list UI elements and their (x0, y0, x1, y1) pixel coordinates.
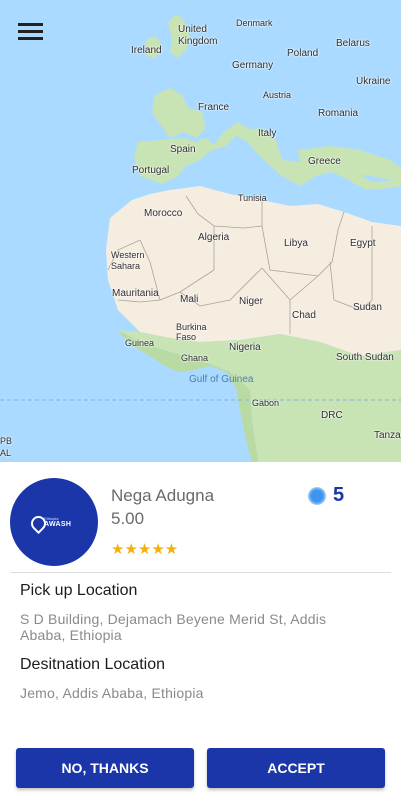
map-label-libya: Libya (284, 238, 308, 249)
map-label-algeria: Algeria (198, 232, 230, 243)
map-label-romania: Romania (318, 108, 359, 119)
map-label-italy: Italy (258, 128, 277, 139)
map-label-germany: Germany (232, 60, 274, 71)
driver-name: Nega Adugna (111, 486, 215, 505)
map-label-spain: Spain (170, 144, 196, 155)
map-label-greece: Greece (308, 156, 341, 167)
map-label-gabon: Gabon (252, 398, 280, 408)
map-label-guinea: Guinea (125, 338, 155, 348)
map-label-burkina-faso: Burkina Faso (176, 322, 207, 342)
map-label-poland: Poland (287, 48, 319, 59)
map-label-france: France (198, 102, 230, 113)
ride-request-card: Ethiopia AWASH Nega Adugna 5.00 ★★★★★ 5 … (0, 462, 401, 800)
seat-dot-icon (308, 487, 326, 505)
rating-stars-icon: ★★★★★ (111, 541, 179, 558)
map-label-denmark: Denmark (236, 18, 273, 28)
map-label-south-sudan: South Sudan (336, 352, 394, 363)
map-label-nigeria: Nigeria (229, 342, 261, 353)
map-label-drc: DRC (321, 410, 343, 421)
map-label-united-kingdom: United Kingdom (178, 24, 218, 47)
map-label-mali: Mali (180, 294, 199, 305)
map-label-gulf-of-guinea: Gulf of Guinea (189, 374, 254, 385)
pickup-address: S D Building, Dejamach Beyene Merid St, … (20, 611, 327, 643)
driver-rating: 5.00 (111, 509, 145, 528)
map-label-chad: Chad (292, 310, 316, 321)
map-view[interactable]: United Kingdom Denmark Belarus Ireland P… (0, 0, 401, 462)
map-label-egypt: Egypt (350, 238, 376, 249)
map-label-ghana: Ghana (181, 353, 209, 363)
map-label-al: AL (0, 448, 12, 458)
map-label-morocco: Morocco (144, 208, 183, 219)
map-label-pb: PB (0, 436, 13, 446)
map-graphic (0, 0, 401, 462)
map-label-mauritania: Mauritania (112, 288, 159, 299)
divider (10, 572, 391, 573)
map-label-tanzania: Tanza (374, 430, 401, 441)
map-label-western-sahara: Western Sahara (111, 250, 145, 271)
map-label-austria: Austria (263, 90, 292, 100)
map-label-niger: Niger (239, 296, 263, 307)
destination-title: Desitnation Location (20, 656, 165, 673)
avatar-brand-logo: AWASH (44, 521, 72, 528)
map-label-sudan: Sudan (353, 302, 382, 313)
destination-address: Jemo, Addis Ababa, Ethiopia (20, 685, 204, 701)
pickup-title: Pick up Location (20, 582, 138, 599)
map-label-portugal: Portugal (132, 165, 170, 176)
no-thanks-button[interactable]: NO, THANKS (16, 748, 194, 788)
seat-count: 5 (333, 484, 345, 506)
map-label-ukraine: Ukraine (356, 76, 391, 87)
accept-button[interactable]: ACCEPT (207, 748, 385, 788)
map-label-tunisia: Tunisia (238, 193, 267, 203)
map-label-ireland: Ireland (131, 45, 162, 56)
hamburger-menu-icon[interactable] (18, 20, 44, 42)
driver-avatar: Ethiopia AWASH (10, 478, 98, 566)
map-label-belarus: Belarus (336, 38, 370, 49)
